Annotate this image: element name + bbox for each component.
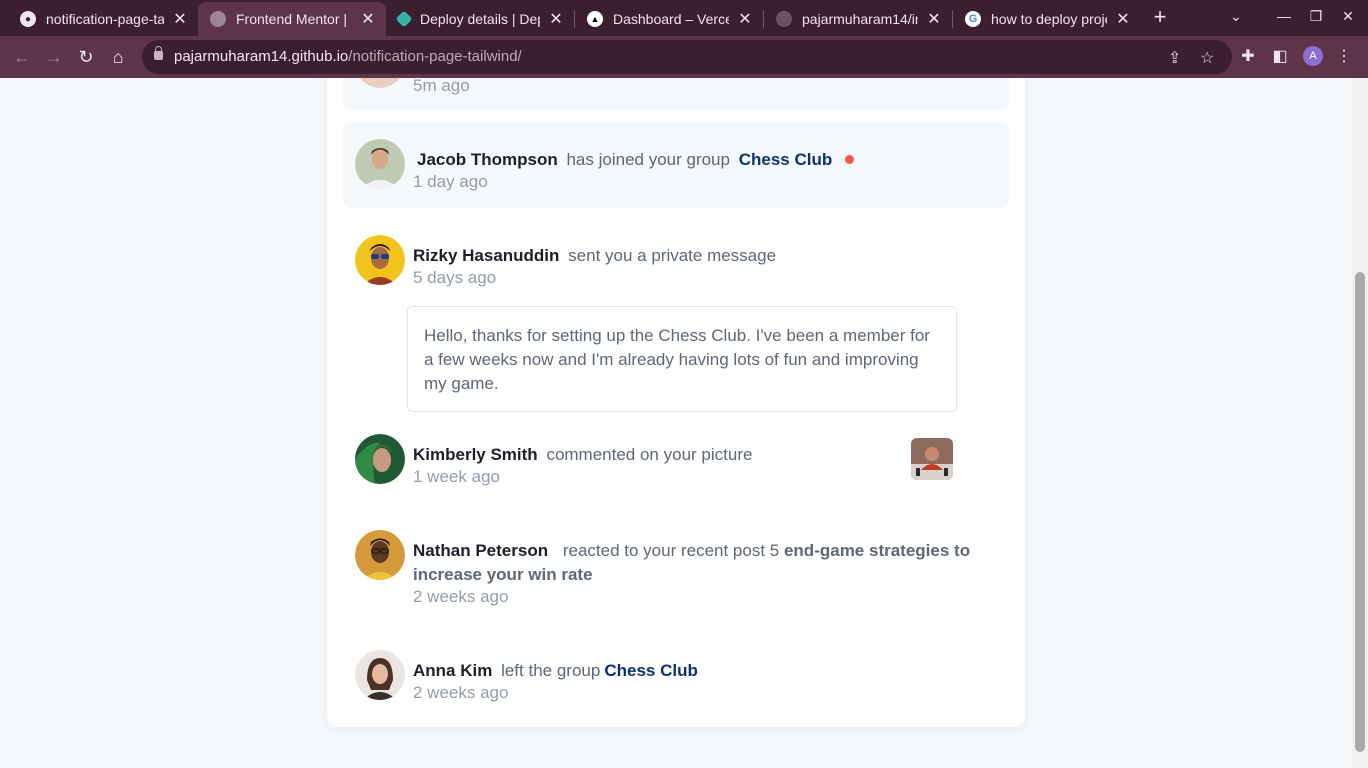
back-icon[interactable]: ← bbox=[10, 45, 34, 69]
notification-text: Jacob Thompson has joined your group Che… bbox=[413, 148, 969, 172]
notification-text: Kimberly Smith commented on your picture bbox=[413, 443, 969, 467]
reload-icon[interactable]: ↻ bbox=[74, 45, 98, 69]
notification-action: commented on your picture bbox=[546, 445, 753, 464]
tab-vercel-dashboard[interactable]: ▲ Dashboard – Vercel ✕ bbox=[575, 4, 763, 34]
maximize-icon[interactable]: ❐ bbox=[1308, 8, 1324, 25]
tab-notification-page[interactable]: ● notification-page-tai ✕ bbox=[8, 4, 198, 34]
group-link[interactable]: Chess Club bbox=[739, 150, 833, 169]
tab-title: Deploy details | Dep bbox=[420, 11, 540, 27]
page-viewport: 5m ago Jacob Thompson has joined your gr… bbox=[0, 78, 1352, 768]
notification-time: 2 weeks ago bbox=[413, 587, 509, 606]
close-tab-icon[interactable]: ✕ bbox=[926, 9, 942, 29]
scrollbar-thumb[interactable] bbox=[1355, 272, 1365, 752]
avatar bbox=[355, 434, 405, 484]
private-message[interactable]: Hello, thanks for setting up the Chess C… bbox=[407, 306, 957, 412]
browser-tab-bar: ● notification-page-tai ✕ Frontend Mento… bbox=[0, 0, 1368, 36]
home-icon[interactable]: ⌂ bbox=[106, 45, 130, 69]
notification-time: 2 weeks ago bbox=[413, 683, 509, 702]
tab-title: pajarmuharam14/in bbox=[802, 11, 918, 27]
tab-title: how to deploy proje bbox=[991, 11, 1107, 27]
user-name[interactable]: Jacob Thompson bbox=[417, 150, 558, 169]
lock-icon[interactable] bbox=[154, 46, 163, 60]
avatar bbox=[355, 139, 405, 189]
notification-item[interactable]: Nathan Peterson reacted to your recent p… bbox=[343, 514, 1009, 626]
notifications-card: 5m ago Jacob Thompson has joined your gr… bbox=[327, 78, 1025, 727]
user-name[interactable]: Kimberly Smith bbox=[413, 445, 538, 464]
github-icon bbox=[776, 11, 792, 27]
notification-text: Anna Kim left the group Chess Club bbox=[413, 659, 969, 683]
close-tab-icon[interactable]: ✕ bbox=[737, 9, 753, 29]
tab-search-chevron-icon[interactable]: ⌄ bbox=[1230, 8, 1242, 25]
tab-title: Frontend Mentor | P bbox=[236, 11, 352, 27]
address-bar[interactable]: pajarmuharam14.github.io/notification-pa… bbox=[142, 40, 1232, 74]
tab-github-repo[interactable]: pajarmuharam14/in ✕ bbox=[764, 4, 952, 34]
netlify-icon bbox=[395, 10, 413, 28]
extensions-puzzle-icon[interactable]: ✚ bbox=[1238, 46, 1258, 66]
more-menu-icon[interactable]: ⋮ bbox=[1334, 46, 1354, 66]
browser-toolbar: ← → ↻ ⌂ pajarmuharam14.github.io/notific… bbox=[0, 36, 1368, 78]
tab-google-search[interactable]: G how to deploy proje ✕ bbox=[953, 4, 1141, 34]
notification-text: Nathan Peterson reacted to your recent p… bbox=[413, 539, 985, 587]
notification-item[interactable]: Kimberly Smith commented on your picture… bbox=[343, 418, 1009, 505]
url-text[interactable]: pajarmuharam14.github.io/notification-pa… bbox=[174, 48, 522, 65]
avatar bbox=[355, 650, 405, 700]
user-name[interactable]: Nathan Peterson bbox=[413, 541, 548, 560]
minimize-icon[interactable]: — bbox=[1276, 8, 1292, 24]
close-window-icon[interactable]: ✕ bbox=[1340, 8, 1356, 25]
notification-item[interactable]: Jacob Thompson has joined your group Che… bbox=[343, 121, 1009, 208]
forward-icon[interactable]: → bbox=[42, 45, 66, 69]
tab-frontend-mentor[interactable]: Frontend Mentor | P ✕ bbox=[198, 2, 386, 36]
tab-title: Dashboard – Vercel bbox=[613, 11, 729, 27]
url-path: /notification-page-tailwind/ bbox=[348, 48, 522, 65]
url-domain: pajarmuharam14.github.io bbox=[174, 48, 349, 65]
close-tab-icon[interactable]: ✕ bbox=[172, 9, 188, 29]
close-tab-icon[interactable]: ✕ bbox=[1115, 9, 1131, 29]
vercel-icon: ▲ bbox=[587, 11, 603, 27]
google-icon: G bbox=[965, 11, 981, 27]
group-link[interactable]: Chess Club bbox=[604, 661, 698, 680]
notification-item[interactable]: Anna Kim left the group Chess Club 2 week… bbox=[343, 634, 1009, 721]
unread-dot bbox=[844, 155, 854, 165]
notification-time: 5 days ago bbox=[413, 268, 497, 287]
notification-item[interactable]: Rizky Hasanuddin sent you a private mess… bbox=[343, 217, 1009, 417]
bookmark-star-icon[interactable]: ☆ bbox=[1200, 48, 1214, 68]
share-icon[interactable]: ⇪ bbox=[1168, 48, 1181, 68]
notification-action: left the group bbox=[501, 661, 601, 680]
close-tab-icon[interactable]: ✕ bbox=[360, 9, 376, 29]
notification-time: 1 week ago bbox=[413, 467, 500, 486]
notification-item[interactable]: 5m ago bbox=[343, 78, 1009, 111]
notification-action: reacted to your recent post 5 bbox=[562, 541, 780, 560]
avatar bbox=[355, 235, 405, 285]
commented-picture-thumbnail[interactable] bbox=[911, 438, 953, 480]
side-panel-icon[interactable]: ◧ bbox=[1270, 46, 1290, 66]
notification-action: sent you a private message bbox=[568, 246, 777, 265]
notification-action: has joined your group bbox=[566, 150, 730, 169]
new-tab-icon[interactable]: + bbox=[1150, 6, 1170, 28]
avatar bbox=[355, 78, 405, 88]
profile-avatar[interactable]: A bbox=[1303, 46, 1323, 66]
notification-time: 1 day ago bbox=[413, 172, 488, 191]
close-tab-icon[interactable]: ✕ bbox=[548, 9, 564, 29]
globe-icon bbox=[210, 11, 226, 27]
notification-text: Rizky Hasanuddin sent you a private mess… bbox=[413, 244, 969, 268]
tab-deploy-details[interactable]: Deploy details | Dep ✕ bbox=[386, 4, 574, 34]
notification-time: 5m ago bbox=[413, 78, 470, 95]
tab-title: notification-page-tai bbox=[46, 11, 164, 27]
avatar bbox=[355, 530, 405, 580]
user-name[interactable]: Anna Kim bbox=[413, 661, 492, 680]
github-icon: ● bbox=[20, 11, 36, 27]
user-name[interactable]: Rizky Hasanuddin bbox=[413, 246, 559, 265]
